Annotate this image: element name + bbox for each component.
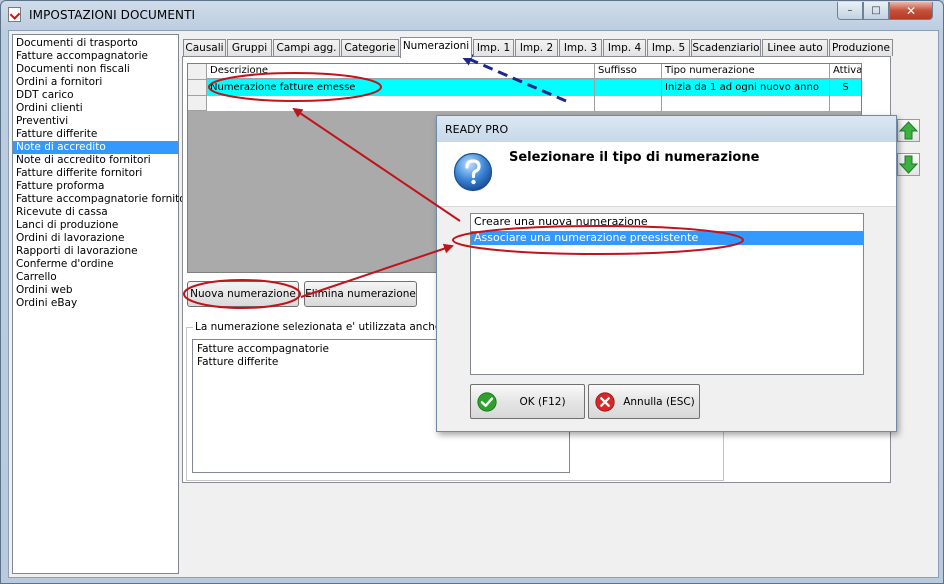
tab-linee-auto[interactable]: Linee auto [762,39,828,56]
move-down-button[interactable] [897,153,920,176]
close-button[interactable]: ✕ [889,2,933,20]
list-item[interactable]: Documenti non fiscali [13,63,178,76]
column-header-suffisso[interactable]: Suffisso [595,64,662,79]
list-item[interactable]: Carrello [13,271,178,284]
arrow-down-icon [898,155,919,174]
arrow-up-icon [898,121,919,140]
table-row-cell-descrizione[interactable]: Numerazione fatture emesse [207,80,595,96]
table-row-cell-tipo[interactable]: Inizia da 1 ad ogni nuovo anno [662,80,830,96]
new-row-cell[interactable] [207,96,595,111]
dialog-question: Selezionare il tipo di numerazione [509,150,760,165]
tab-scadenziario[interactable]: Scadenziario [691,39,761,56]
dialog-option[interactable]: Creare una nuova numerazione [471,215,863,229]
numbering-type-list[interactable]: Creare una nuova numerazione Associare un… [470,213,864,375]
list-item[interactable]: Preventivi [13,115,178,128]
tab-imp-5[interactable]: Imp. 5 [647,39,690,56]
tab-produzione[interactable]: Produzione [829,39,893,56]
list-item[interactable]: Fatture differite fornitori [13,167,178,180]
new-row-cell[interactable] [830,96,861,111]
new-row-cell[interactable] [662,96,830,111]
dialog-option[interactable]: Associare una numerazione preesistente [471,231,863,245]
minimize-button[interactable]: – [837,2,863,20]
tab-imp-1[interactable]: Imp. 1 [473,39,514,56]
table-row-cell-suffisso[interactable] [595,80,662,96]
usage-group-label: La numerazione selezionata e' utilizzata… [193,321,465,333]
numbering-type-dialog: READY PRO Selezionare il tipo di numeraz… [436,115,897,432]
tab-categorie[interactable]: Categorie [341,39,399,56]
ok-button-label: OK (F12) [519,396,566,408]
tab-causali[interactable]: Causali [183,39,226,56]
list-item[interactable]: Lanci di produzione [13,219,178,232]
dialog-title: READY PRO [445,123,509,136]
new-row-indicator[interactable] [188,96,207,111]
list-item[interactable]: Fatture accompagnatorie fornitori [13,193,193,206]
list-item[interactable]: Ordini web [13,284,178,297]
list-item[interactable]: Ordini a fornitori [13,76,178,89]
dialog-title-bar[interactable]: READY PRO [437,116,896,142]
delete-numbering-button[interactable]: Elimina numerazione [304,281,417,307]
title-bar[interactable]: IMPOSTAZIONI DOCUMENTI – □ ✕ [1,1,943,29]
list-item[interactable]: Fatture differite [13,128,178,141]
list-item[interactable]: DDT carico [13,89,178,102]
list-item[interactable]: Fatture proforma [13,180,178,193]
cancel-button-label: Annulla (ESC) [623,396,695,408]
ok-button[interactable]: OK (F12) [470,384,585,419]
list-item[interactable]: Fatture accompagnatorie [197,343,329,356]
dialog-header: Selezionare il tipo di numerazione [437,142,896,207]
list-item[interactable]: Ricevute di cassa [13,206,178,219]
table-row-cell-attiva[interactable]: S [830,80,861,96]
tab-imp-4[interactable]: Imp. 4 [603,39,646,56]
tab-imp-2[interactable]: Imp. 2 [515,39,558,56]
new-row-cell[interactable] [595,96,662,111]
document-app-icon [8,7,21,22]
list-item[interactable]: Fatture differite [197,356,278,369]
tab-gruppi[interactable]: Gruppi [227,39,272,56]
window-title: IMPOSTAZIONI DOCUMENTI [29,8,196,22]
list-item[interactable]: Note di accredito fornitori [13,154,178,167]
column-header-descrizione[interactable]: Descrizione [207,64,595,79]
list-item[interactable]: Note di accredito [13,141,178,154]
tab-numerazioni[interactable]: Numerazioni [400,37,472,58]
list-item[interactable]: Conferme d'ordine [13,258,178,271]
maximize-button[interactable]: □ [863,2,889,20]
cancel-button[interactable]: Annulla (ESC) [588,384,700,419]
column-header-tipo[interactable]: Tipo numerazione [662,64,830,79]
list-item[interactable]: Ordini di lavorazione [13,232,178,245]
new-numbering-button[interactable]: Nuova numerazione [187,281,299,307]
list-item[interactable]: Ordini clienti [13,102,178,115]
list-item[interactable]: Ordini eBay [13,297,178,310]
move-up-button[interactable] [897,119,920,142]
list-item[interactable]: Rapporti di lavorazione [13,245,178,258]
row-indicator[interactable] [188,80,207,96]
tab-campi-agg[interactable]: Campi agg. [273,39,340,56]
column-header-attiva[interactable]: Attiva [830,64,861,79]
tab-imp-3[interactable]: Imp. 3 [559,39,602,56]
list-item[interactable]: Documenti di trasporto [13,37,178,50]
grid-corner [188,64,207,80]
list-item[interactable]: Fatture accompagnatorie [13,50,178,63]
question-icon [453,152,493,192]
document-type-list[interactable]: Documenti di trasporto Fatture accompagna… [12,34,193,574]
